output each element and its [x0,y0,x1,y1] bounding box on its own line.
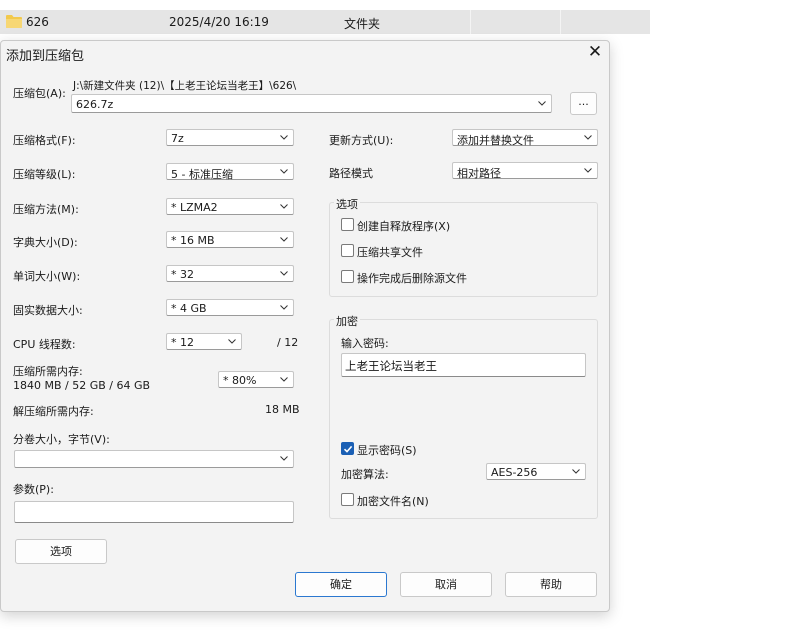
file-type: 文件夹 [344,17,381,31]
sfx-label: 创建自释放程序(X) [357,220,451,233]
file-name: 626 [26,15,49,29]
threads-combo[interactable]: * 12 [166,333,242,350]
show-password-checkbox[interactable] [341,442,354,455]
encrypt-names-checkbox[interactable] [341,493,354,506]
password-input[interactable]: 上老王论坛当老王 [341,353,586,377]
decomp-label: 解压缩所需内存: [13,405,94,418]
params-label: 参数(P): [13,483,54,496]
chevron-down-icon [280,271,288,276]
browse-button[interactable]: ... [570,92,597,115]
check-icon [343,445,353,453]
delete-after-checkbox[interactable] [341,270,354,283]
enc-method-label: 加密算法: [341,468,389,481]
method-combo[interactable]: * LZMA2 [166,198,294,215]
chevron-down-icon [584,168,592,173]
chevron-down-icon [280,204,288,209]
chevron-down-icon [280,456,288,461]
threads-label: CPU 线程数: [13,338,76,351]
solid-label: 固实数据大小: [13,304,83,317]
format-label: 压缩格式(F): [13,134,76,147]
folder-icon [6,14,22,28]
dict-combo[interactable]: * 16 MB [166,231,294,248]
close-icon[interactable]: ✕ [586,43,604,61]
chevron-down-icon [280,377,288,382]
solid-combo[interactable]: * 4 GB [166,299,294,316]
chevron-down-icon [538,101,546,106]
split-label: 分卷大小，字节(V): [13,433,110,446]
help-button[interactable]: 帮助 [505,572,597,597]
chevron-down-icon [228,339,236,344]
path-mode-label: 路径模式 [329,167,373,180]
mem-label: 压缩所需内存: [13,365,83,378]
chevron-down-icon [584,135,592,140]
decomp-value: 18 MB [265,403,300,416]
chevron-down-icon [572,469,580,474]
delete-after-label: 操作完成后删除源文件 [357,272,467,285]
password-value: 上老王论坛当老王 [345,359,437,373]
file-date: 2025/4/20 16:19 [169,15,269,29]
dict-label: 字典大小(D): [13,236,78,249]
chevron-down-icon [280,305,288,310]
cancel-button[interactable]: 取消 [400,572,492,597]
shared-files-label: 压缩共享文件 [357,246,423,259]
level-label: 压缩等级(L): [13,168,76,181]
shared-files-checkbox[interactable] [341,244,354,257]
encryption-group-title: 加密 [334,313,360,329]
chevron-down-icon [280,237,288,242]
update-label: 更新方式(U): [329,134,394,147]
encrypt-names-label: 加密文件名(N) [357,495,429,508]
sfx-checkbox[interactable] [341,218,354,231]
add-to-archive-dialog: 添加到压缩包 ✕ 压缩包(A): J:\新建文件夹 (12)\【上老王论坛当老王… [0,40,610,612]
show-password-label: 显示密码(S) [357,444,417,457]
path-mode-combo[interactable]: 相对路径 [452,162,598,180]
archive-name-combo[interactable]: 626.7z [71,94,552,113]
enc-method-combo[interactable]: AES-256 [486,463,586,480]
archive-label: 压缩包(A): [13,87,66,100]
mem-combo[interactable]: * 80% [218,371,294,388]
archive-path: J:\新建文件夹 (12)\【上老王论坛当老王】\626\ [73,80,297,92]
options-button[interactable]: 选项 [15,539,107,564]
mem-detail: 1840 MB / 52 GB / 64 GB [13,379,151,392]
chevron-down-icon [280,169,288,174]
method-label: 压缩方法(M): [13,203,79,216]
options-group-title: 选项 [334,196,360,212]
password-label: 输入密码: [341,337,389,350]
word-combo[interactable]: * 32 [166,265,294,282]
threads-total: / 12 [277,336,299,349]
dialog-title: 添加到压缩包 [6,49,85,64]
word-label: 单词大小(W): [13,270,81,283]
ok-button[interactable]: 确定 [295,572,387,597]
params-input[interactable] [14,501,294,523]
chevron-down-icon [280,135,288,140]
format-combo[interactable]: 7z [166,129,294,146]
archive-name-value: 626.7z [76,98,114,111]
level-combo[interactable]: 5 - 标准压缩 [166,163,294,181]
split-combo[interactable] [14,450,294,468]
update-combo[interactable]: 添加并替换文件 [452,129,598,147]
explorer-file-row[interactable]: 626 2025/4/20 16:19 文件夹 [0,10,650,34]
